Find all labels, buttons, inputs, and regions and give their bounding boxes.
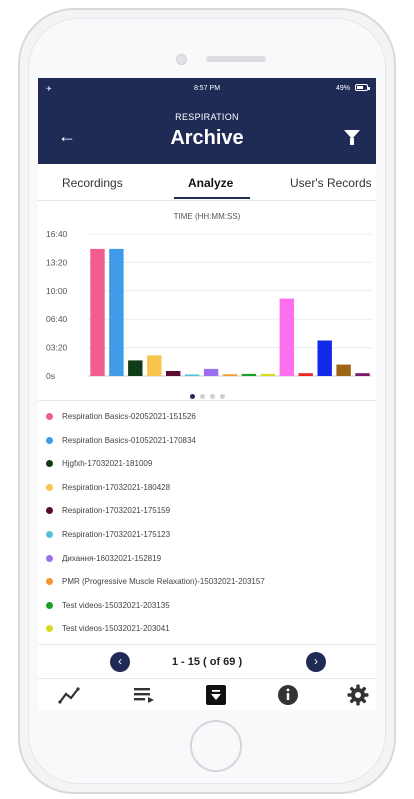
chart-bar[interactable] <box>222 374 238 376</box>
legend-swatch <box>46 625 53 633</box>
y-tick-label: 10:00 <box>46 286 68 296</box>
legend-swatch <box>46 601 53 609</box>
chart-bar[interactable] <box>90 248 105 376</box>
legend-label: Дихання-16032021-152819 <box>62 553 162 563</box>
chart-bar[interactable] <box>355 373 370 376</box>
legend-swatch <box>46 554 53 562</box>
header-subtitle: RESPIRATION <box>175 112 239 122</box>
status-time: 8:57 PM <box>193 85 221 92</box>
playlist-icon[interactable] <box>130 683 158 707</box>
battery-icon <box>355 84 370 91</box>
legend-swatch <box>46 483 53 491</box>
next-page-button[interactable]: › <box>306 652 326 672</box>
legend-label: Respiration-17032021-180428 <box>62 482 171 492</box>
chart-title: TIME (HH:MM:SS) <box>173 212 241 221</box>
camera <box>176 54 187 65</box>
speaker <box>206 56 266 62</box>
legend-label: Test videos-15032021-203135 <box>62 600 170 610</box>
battery-percent: 49% <box>335 85 350 92</box>
page-dot[interactable] <box>210 394 215 399</box>
y-tick-label: 03:20 <box>46 343 68 353</box>
legend-label: Respiration-17032021-175159 <box>62 506 171 516</box>
gear-icon[interactable] <box>344 683 372 707</box>
legend-swatch <box>46 578 53 586</box>
tab-analyze[interactable]: Analyze <box>188 176 233 190</box>
bottom-nav <box>38 678 376 710</box>
legend-label: Respiration Basics-02052021-151526 <box>62 412 196 421</box>
info-icon[interactable] <box>274 683 302 707</box>
legend-swatch <box>46 436 53 444</box>
archive-icon[interactable] <box>202 683 230 707</box>
chart-bar[interactable] <box>241 373 257 376</box>
tab-users-records[interactable]: User's Records <box>290 176 372 190</box>
page-dot[interactable] <box>200 394 205 399</box>
chart-bar[interactable] <box>279 298 294 376</box>
tab-recordings[interactable]: Recordings <box>62 176 123 190</box>
bar-chart: 0s 03:20 06:40 10:00 13:20 16:40 <box>46 229 372 381</box>
chart-bar[interactable] <box>166 371 181 376</box>
back-arrow-icon[interactable]: ← <box>58 126 76 147</box>
chart-bar[interactable] <box>260 373 276 376</box>
chart-bar[interactable] <box>147 355 162 376</box>
chart-bar[interactable] <box>184 374 200 377</box>
legend-label: Respiration-17032021-175123 <box>62 530 171 539</box>
home-button[interactable] <box>190 720 242 772</box>
header: ✈ 8:57 PM 49% RESPIRATION Archive ← <box>38 78 376 164</box>
legend-swatch <box>46 460 53 468</box>
app-screen: ✈ 8:57 PM 49% RESPIRATION Archive ← Reco… <box>38 78 376 710</box>
page-dot[interactable] <box>220 394 225 399</box>
filter-icon[interactable] <box>344 130 360 145</box>
pagination: ‹ 1 - 15 ( of 69 ) › <box>38 644 376 679</box>
legend-swatch <box>46 413 53 420</box>
y-tick-label: 0s <box>46 371 55 381</box>
chart-bar[interactable] <box>317 340 332 377</box>
chart-bar[interactable] <box>203 368 219 376</box>
legend-swatch <box>46 507 53 515</box>
legend-label: PMR (Progressive Muscle Relaxation)-1503… <box>62 577 265 587</box>
trend-icon[interactable] <box>56 683 84 707</box>
y-tick-label: 13:20 <box>46 257 68 267</box>
y-tick-label: 06:40 <box>46 314 68 324</box>
chart-bar[interactable] <box>298 373 313 376</box>
chart-page-dots <box>190 386 230 404</box>
page-dot[interactable] <box>190 394 195 399</box>
page-title: Archive <box>170 127 244 149</box>
y-tick-label: 16:40 <box>46 229 68 239</box>
chart-legend: Respiration Basics-02052021-151526 Respir… <box>38 400 376 633</box>
legend-label: Hjgfxh-17032021-181009 <box>62 459 153 469</box>
chart-bar[interactable] <box>336 364 351 376</box>
chart-bar[interactable] <box>128 360 143 376</box>
legend-label: Test videos-15032021-203041 <box>62 624 170 634</box>
tab-bar: Recordings Analyze User's Records <box>38 164 376 201</box>
legend-label: Respiration Basics-01052021-170834 <box>62 435 196 445</box>
active-tab-indicator <box>174 197 250 199</box>
chart-bar[interactable] <box>109 248 124 376</box>
legend-swatch <box>46 531 53 538</box>
